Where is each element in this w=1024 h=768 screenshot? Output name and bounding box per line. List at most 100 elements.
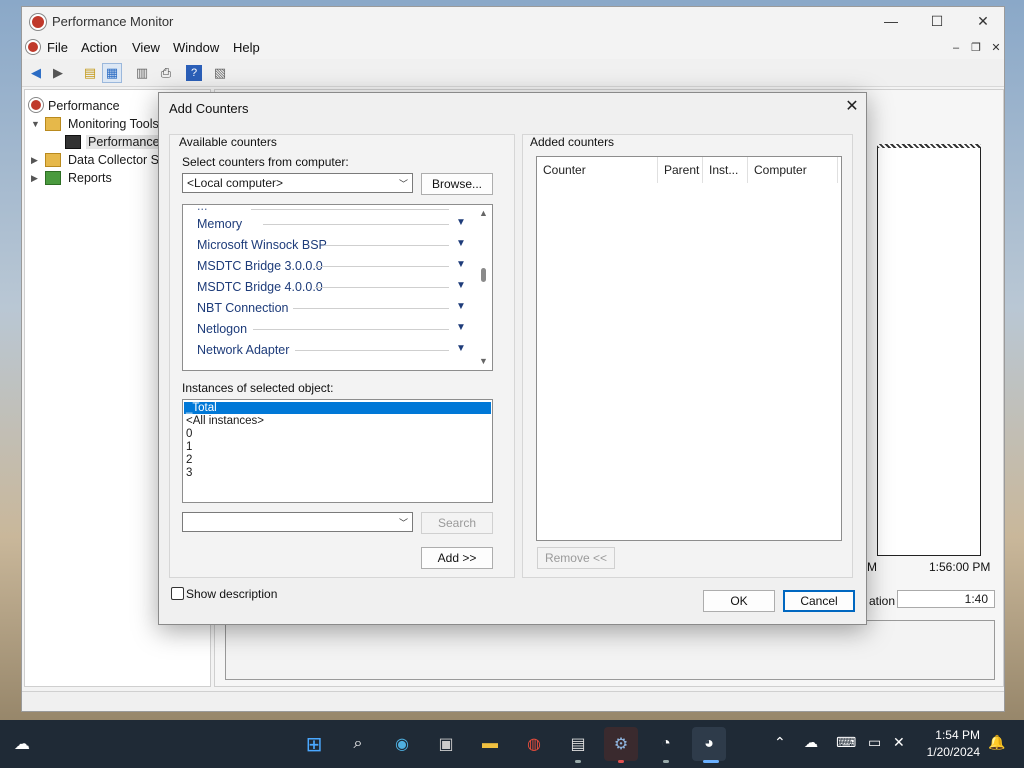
performance-monitor-app-icon [30,14,46,30]
search-button[interactable]: Search [421,512,493,534]
search-icon[interactable]: ⌕ [344,730,372,758]
up-folder-icon[interactable]: ▤ [80,63,100,83]
forward-arrow-icon[interactable]: ▶ [48,63,68,83]
show-hide-tree-icon[interactable]: ▦ [102,63,122,83]
column-instance[interactable]: Inst... [703,157,748,183]
clock-time[interactable]: 1:54 PM [910,728,980,742]
instance-item-3[interactable]: 3 [186,467,192,479]
duration-label: ation [869,594,896,608]
search-combobox[interactable]: ﹀ [182,512,413,532]
expand-chevron-icon[interactable]: ▼ [456,322,466,333]
mdi-close-button[interactable]: ✕ [988,41,1004,55]
column-computer[interactable]: Computer [748,157,838,183]
remove-button[interactable]: Remove << [537,547,615,569]
counter-item-winsock[interactable]: Microsoft Winsock BSP [197,238,327,252]
tree-item-monitoring-tools[interactable]: Monitoring Tools [68,117,159,131]
scroll-up-icon[interactable]: ▲ [479,208,488,218]
expand-chevron-icon[interactable]: ▼ [456,259,466,270]
panel-icon[interactable]: ▧ [210,63,230,83]
select-computer-label: Select counters from computer: [182,155,349,169]
weather-icon[interactable]: ☁ [8,730,36,758]
show-description-checkbox[interactable] [171,587,184,600]
notification-bell-icon[interactable]: 🔔 [988,734,1005,751]
instances-list[interactable]: _Total <All instances> 0 1 2 3 [182,399,493,503]
tree-item-data-collector-sets[interactable]: Data Collector Set [68,153,169,167]
counter-item-msdtc-4[interactable]: MSDTC Bridge 4.0.0.0 [197,280,323,294]
cancel-button[interactable]: Cancel [783,590,855,612]
chevron-down-icon: ﹀ [398,179,408,189]
performance-icon [29,98,43,112]
menu-view[interactable]: View [132,40,160,55]
instance-item-2[interactable]: 2 [186,454,192,466]
title-bar[interactable]: Performance Monitor — ☐ ✕ [22,7,1004,37]
counter-item-network-adapter[interactable]: Network Adapter [197,343,289,357]
folder-icon [45,153,61,167]
tree-item-reports[interactable]: Reports [68,171,112,185]
clock-date[interactable]: 1/20/2024 [910,745,980,759]
computer-combobox[interactable]: <Local computer> ﹀ [182,173,413,193]
collapse-arrow-icon[interactable]: ▼ [31,119,40,129]
volume-icon[interactable]: ✕ [893,734,905,751]
instance-item-all[interactable]: <All instances> [186,415,264,427]
maximize-button[interactable]: ☐ [914,7,960,37]
print-icon[interactable]: ⎙ [156,63,176,83]
mdi-restore-button[interactable]: ❐ [968,41,984,55]
mdi-minimize-button[interactable]: – [948,41,964,55]
graph-area [877,146,981,556]
chrome-icon[interactable]: ◍ [520,730,548,758]
perfmon-active-taskbar-icon[interactable]: ◕ [692,727,726,761]
task-view-icon[interactable]: ▣ [432,730,460,758]
counters-scrollbar[interactable]: ▲ ▼ [476,206,492,370]
keyboard-icon[interactable]: ⌨ [836,734,856,751]
expand-chevron-icon[interactable]: ▼ [456,343,466,354]
expand-arrow-icon[interactable]: ▶ [31,173,38,184]
expand-chevron-icon[interactable]: ▼ [456,238,466,249]
perfmon-taskbar-icon[interactable]: ◔ [652,730,680,758]
counter-item-memory[interactable]: Memory [197,217,242,231]
column-counter[interactable]: Counter [537,157,658,183]
added-counters-list[interactable]: Counter Parent Inst... Computer [536,156,842,541]
notepad-icon[interactable]: ▤ [564,730,592,758]
browse-button[interactable]: Browse... [421,173,493,195]
counter-item-nbt[interactable]: NBT Connection [197,301,289,315]
column-parent[interactable]: Parent [658,157,703,183]
document-icon[interactable] [26,40,40,54]
menu-help[interactable]: Help [233,40,260,55]
menu-window[interactable]: Window [173,40,219,55]
help-icon[interactable]: ? [186,65,202,81]
onedrive-icon[interactable]: ☁ [804,734,818,751]
edge-icon[interactable]: ◉ [388,730,416,758]
minimize-button[interactable]: — [868,7,914,37]
expand-chevron-icon[interactable]: ▼ [456,217,466,228]
counter-item-netlogon[interactable]: Netlogon [197,322,247,336]
available-counters-list[interactable]: ... Memory ▼ Microsoft Winsock BSP ▼ MSD… [182,204,493,371]
scroll-thumb[interactable] [481,268,486,282]
ok-button[interactable]: OK [703,590,775,612]
menu-file[interactable]: File [47,40,68,55]
instance-item-1[interactable]: 1 [186,441,192,453]
expand-chevron-icon[interactable]: ▼ [456,301,466,312]
dialog-close-icon[interactable]: ✕ [842,97,862,117]
available-counters-label: Available counters [179,135,277,149]
back-arrow-icon[interactable]: ◀ [26,63,46,83]
properties-icon[interactable]: ▥ [132,63,152,83]
show-description-label[interactable]: Show description [186,587,277,601]
add-button[interactable]: Add >> [421,547,493,569]
expand-chevron-icon[interactable]: ▼ [456,280,466,291]
instance-item-0[interactable]: 0 [186,428,192,440]
folder-icon [45,117,61,131]
status-bar [22,691,1004,711]
start-icon[interactable]: ⊞ [300,730,328,758]
close-button[interactable]: ✕ [960,7,1006,37]
tree-item-performance[interactable]: Performance [48,99,120,113]
counter-item-msdtc-3[interactable]: MSDTC Bridge 3.0.0.0 [197,259,323,273]
menu-action[interactable]: Action [81,40,117,55]
show-hidden-icons-icon[interactable]: ⌃ [774,734,786,751]
network-icon[interactable]: ▭ [868,734,881,751]
instance-item-total[interactable]: _Total [184,402,491,414]
file-explorer-icon[interactable]: ▬ [476,730,504,758]
scroll-down-icon[interactable]: ▼ [479,356,488,366]
instances-label: Instances of selected object: [182,381,334,395]
expand-arrow-icon[interactable]: ▶ [31,155,38,166]
settings-icon[interactable]: ⚙ [604,727,638,761]
